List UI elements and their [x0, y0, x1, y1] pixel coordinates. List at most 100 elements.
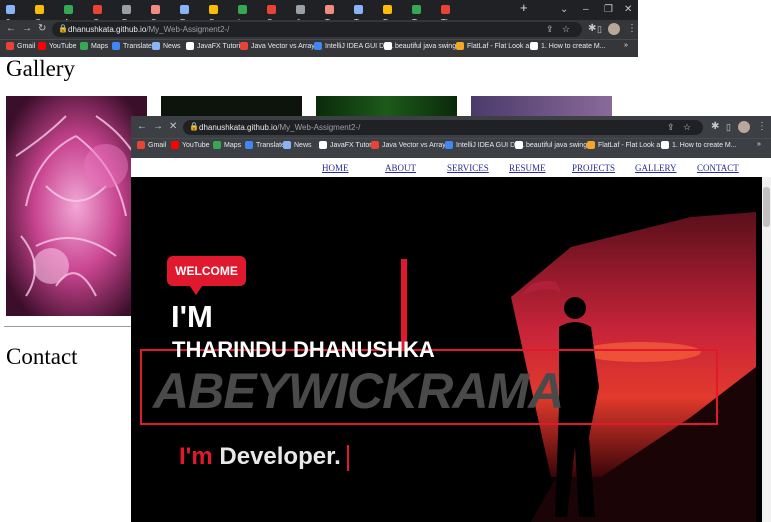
nav-link-home[interactable]: HOME: [322, 163, 349, 173]
bookmark-item[interactable]: JavaFX Tutorial: [186, 42, 246, 50]
sidebar-icon[interactable]: ▯: [726, 121, 731, 133]
nav-link-about[interactable]: ABOUT: [385, 163, 416, 173]
browser-tab[interactable]: S: [267, 3, 280, 27]
browser-tab[interactable]: T: [412, 3, 425, 27]
minimize-icon[interactable]: –: [583, 4, 589, 16]
bookmark-item[interactable]: 1. How to create M...: [530, 42, 606, 50]
bookmark-item[interactable]: YouTube: [38, 42, 77, 50]
bookmark-label: Java Vector vs Array...: [251, 42, 321, 50]
bookmark-item[interactable]: News: [283, 141, 312, 149]
typed-prefix: I'm: [179, 443, 213, 470]
bookmark-item[interactable]: JavaFX Tutorial: [319, 141, 379, 149]
browser-tab[interactable]: 9: [6, 3, 19, 27]
forward-arrow-icon[interactable]: →: [153, 121, 163, 133]
bookmark-item[interactable]: Maps: [80, 42, 108, 50]
address-bar-row: ← → ✕ 🔒 dhanushkata.github.io/My_Web-Ass…: [131, 116, 771, 138]
bookmark-label: FlatLaf - Flat Look a...: [598, 141, 667, 149]
bookmark-item[interactable]: YouTube: [171, 141, 210, 149]
browser-tab[interactable]: T: [325, 3, 338, 27]
bookmark-favicon-icon: [445, 141, 453, 149]
nav-link-gallery[interactable]: GALLERY: [635, 163, 677, 173]
bookmark-item[interactable]: Gmail: [6, 42, 35, 50]
bookmark-favicon-icon: [245, 141, 253, 149]
browser-tab[interactable]: S: [151, 3, 164, 27]
forward-arrow-icon[interactable]: →: [22, 23, 32, 35]
nav-link-projects[interactable]: PROJECTS: [572, 163, 615, 173]
back-arrow-icon[interactable]: ←: [6, 23, 16, 35]
bookmark-favicon-icon: [213, 141, 221, 149]
bookmark-item[interactable]: FlatLaf - Flat Look a...: [456, 42, 535, 50]
bookmark-favicon-icon: [112, 42, 120, 50]
omnibox[interactable]: 🔒 dhanushkata.github.io/My_Web-Assigment…: [183, 120, 703, 135]
browser-tab[interactable]: G: [93, 3, 106, 27]
back-arrow-icon[interactable]: ←: [137, 121, 147, 133]
browser-tab[interactable]: L: [238, 3, 251, 27]
bookmark-item[interactable]: 1. How to create M...: [661, 141, 737, 149]
nav-link-services[interactable]: SERVICES: [447, 163, 489, 173]
scrollbar[interactable]: [762, 177, 771, 522]
bookmark-item[interactable]: Gmail: [137, 141, 166, 149]
browser-tab[interactable]: R: [180, 3, 193, 27]
bookmark-label: YouTube: [182, 141, 210, 149]
reload-icon[interactable]: ↻: [38, 23, 46, 35]
extensions-icon[interactable]: ✱: [588, 23, 596, 35]
tab-strip: 9GAGPSRSLSJTTDTTl + ⌄ – ❐ ✕: [0, 0, 638, 27]
more-bookmarks-icon[interactable]: »: [757, 141, 761, 148]
bookmark-item[interactable]: FlatLaf - Flat Look a...: [587, 141, 666, 149]
avatar[interactable]: [738, 121, 750, 133]
browser-tab[interactable]: A: [64, 3, 77, 27]
browser-tab[interactable]: J: [296, 3, 309, 27]
hero-im: I'M: [171, 299, 213, 334]
bookmark-item[interactable]: beautiful java swing...: [384, 42, 462, 50]
tab-favicon-icon: [93, 5, 102, 15]
tab-favicon-icon: [325, 5, 334, 15]
bookmark-favicon-icon: [314, 42, 322, 50]
bookmark-item[interactable]: News: [152, 42, 181, 50]
star-icon[interactable]: ☆: [683, 121, 691, 133]
bookmark-item[interactable]: Translate: [112, 42, 152, 50]
bookmark-item[interactable]: IntelliJ IDEA GUI De...: [314, 42, 394, 50]
browser-tab[interactable]: S: [209, 3, 222, 27]
share-icon[interactable]: ⇪: [546, 23, 554, 35]
stop-icon[interactable]: ✕: [169, 121, 177, 133]
bookmark-favicon-icon: [240, 42, 248, 50]
browser-tab[interactable]: T: [354, 3, 367, 27]
omnibox[interactable]: 🔒 dhanushkata.github.io/My_Web-Assigment…: [52, 22, 582, 37]
browser-tab[interactable]: D: [383, 3, 396, 27]
browser-tab[interactable]: Tl: [441, 3, 454, 27]
bookmark-item[interactable]: IntelliJ IDEA GUI De...: [445, 141, 525, 149]
menu-icon[interactable]: ⋮: [627, 23, 637, 35]
lock-icon: 🔒: [58, 24, 68, 33]
new-tab-button[interactable]: +: [520, 1, 528, 14]
chevron-down-icon[interactable]: ⌄: [560, 4, 568, 16]
scrollbar-thumb[interactable]: [763, 187, 770, 227]
bookmark-item[interactable]: Java Vector vs Array...: [371, 141, 451, 149]
nav-link-resume[interactable]: RESUME: [509, 163, 546, 173]
star-icon[interactable]: ☆: [562, 23, 570, 35]
browser-tab[interactable]: P: [122, 3, 135, 27]
close-icon[interactable]: ✕: [624, 4, 632, 16]
bookmark-label: Java Vector vs Array...: [382, 141, 452, 149]
restore-icon[interactable]: ❐: [604, 4, 613, 16]
bookmark-favicon-icon: [137, 141, 145, 149]
menu-icon[interactable]: ⋮: [757, 121, 767, 133]
bookmark-item[interactable]: Java Vector vs Array...: [240, 42, 320, 50]
extensions-icon[interactable]: ✱: [711, 121, 719, 133]
gallery-image-2: [161, 96, 302, 118]
more-bookmarks-icon[interactable]: »: [624, 42, 628, 49]
bookmark-favicon-icon: [371, 141, 379, 149]
share-icon[interactable]: ⇪: [667, 121, 675, 133]
bookmark-item[interactable]: Maps: [213, 141, 241, 149]
hero-first-name: THARINDU DHANUSHKA: [172, 337, 435, 362]
bookmark-item[interactable]: beautiful java swing...: [515, 141, 593, 149]
tab-favicon-icon: [267, 5, 276, 15]
bookmark-label: YouTube: [49, 42, 77, 50]
bookmark-favicon-icon: [152, 42, 160, 50]
bookmark-item[interactable]: Translate: [245, 141, 285, 149]
sidebar-icon[interactable]: ▯: [597, 23, 602, 35]
bookmark-favicon-icon: [661, 141, 669, 149]
address-bar-row: ← → ↻ 🔒 dhanushkata.github.io/My_Web-Ass…: [0, 20, 638, 39]
nav-link-contact[interactable]: CONTACT: [697, 163, 739, 173]
browser-tab[interactable]: G: [35, 3, 48, 27]
avatar[interactable]: [608, 23, 620, 35]
